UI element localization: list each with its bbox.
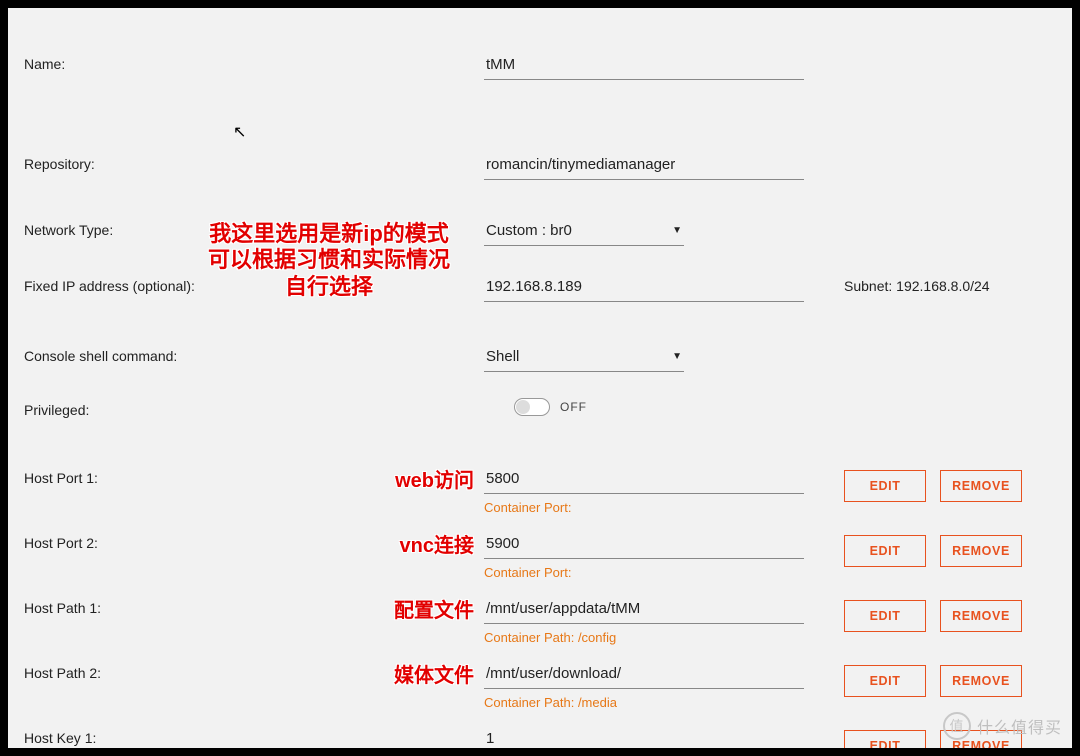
host-key-1-input[interactable] bbox=[484, 726, 804, 748]
network-type-label: Network Type: bbox=[24, 218, 484, 238]
config-form: Name: ↖ Repository: Network Type: Custom… bbox=[8, 8, 1072, 748]
subnet-label: Subnet: 192.168.8.0/24 bbox=[844, 278, 990, 294]
annotation-port1: web访问 bbox=[395, 464, 474, 493]
chevron-down-icon: ▼ bbox=[672, 351, 682, 362]
mouse-cursor-icon: ↖ bbox=[233, 122, 246, 142]
remove-button[interactable]: REMOVE bbox=[940, 470, 1022, 502]
privileged-toggle[interactable] bbox=[514, 398, 550, 416]
remove-button[interactable]: REMOVE bbox=[940, 600, 1022, 632]
edit-button[interactable]: EDIT bbox=[844, 730, 926, 748]
shell-select[interactable]: Shell ▼ bbox=[484, 344, 684, 372]
edit-button[interactable]: EDIT bbox=[844, 600, 926, 632]
privileged-label: Privileged: bbox=[24, 398, 484, 418]
host-port-2-label: Host Port 2: bbox=[24, 535, 98, 551]
annotation-path2: 媒体文件 bbox=[394, 659, 474, 688]
toggle-knob bbox=[516, 400, 530, 414]
host-key-1-label: Host Key 1: bbox=[24, 730, 96, 746]
fixed-ip-label: Fixed IP address (optional): bbox=[24, 274, 484, 294]
privileged-state: OFF bbox=[560, 400, 587, 414]
host-path-2-sub: Container Path: /media bbox=[484, 695, 824, 710]
chevron-down-icon: ▼ bbox=[672, 225, 682, 236]
annotation-path1: 配置文件 bbox=[394, 594, 474, 623]
annotation-port2: vnc连接 bbox=[400, 529, 474, 558]
host-path-1-sub: Container Path: /config bbox=[484, 630, 824, 645]
host-port-2-input[interactable] bbox=[484, 531, 804, 559]
host-path-2-input[interactable] bbox=[484, 661, 804, 689]
network-type-value: Custom : br0 bbox=[486, 222, 572, 239]
name-label: Name: bbox=[24, 52, 484, 72]
edit-button[interactable]: EDIT bbox=[844, 535, 926, 567]
shell-value: Shell bbox=[486, 348, 519, 365]
host-path-1-label: Host Path 1: bbox=[24, 600, 101, 616]
edit-button[interactable]: EDIT bbox=[844, 665, 926, 697]
host-port-1-sub: Container Port: bbox=[484, 500, 824, 515]
watermark: 值 什么值得买 bbox=[943, 712, 1062, 740]
edit-button[interactable]: EDIT bbox=[844, 470, 926, 502]
repository-label: Repository: bbox=[24, 152, 484, 172]
network-type-select[interactable]: Custom : br0 ▼ bbox=[484, 218, 684, 246]
host-port-2-sub: Container Port: bbox=[484, 565, 824, 580]
shell-label: Console shell command: bbox=[24, 344, 484, 364]
remove-button[interactable]: REMOVE bbox=[940, 665, 1022, 697]
name-input[interactable] bbox=[484, 52, 804, 80]
watermark-icon: 值 bbox=[943, 712, 971, 740]
host-path-1-input[interactable] bbox=[484, 596, 804, 624]
host-path-2-label: Host Path 2: bbox=[24, 665, 101, 681]
host-port-1-input[interactable] bbox=[484, 466, 804, 494]
fixed-ip-input[interactable] bbox=[484, 274, 804, 302]
host-port-1-label: Host Port 1: bbox=[24, 470, 98, 486]
repository-input[interactable] bbox=[484, 152, 804, 180]
remove-button[interactable]: REMOVE bbox=[940, 535, 1022, 567]
